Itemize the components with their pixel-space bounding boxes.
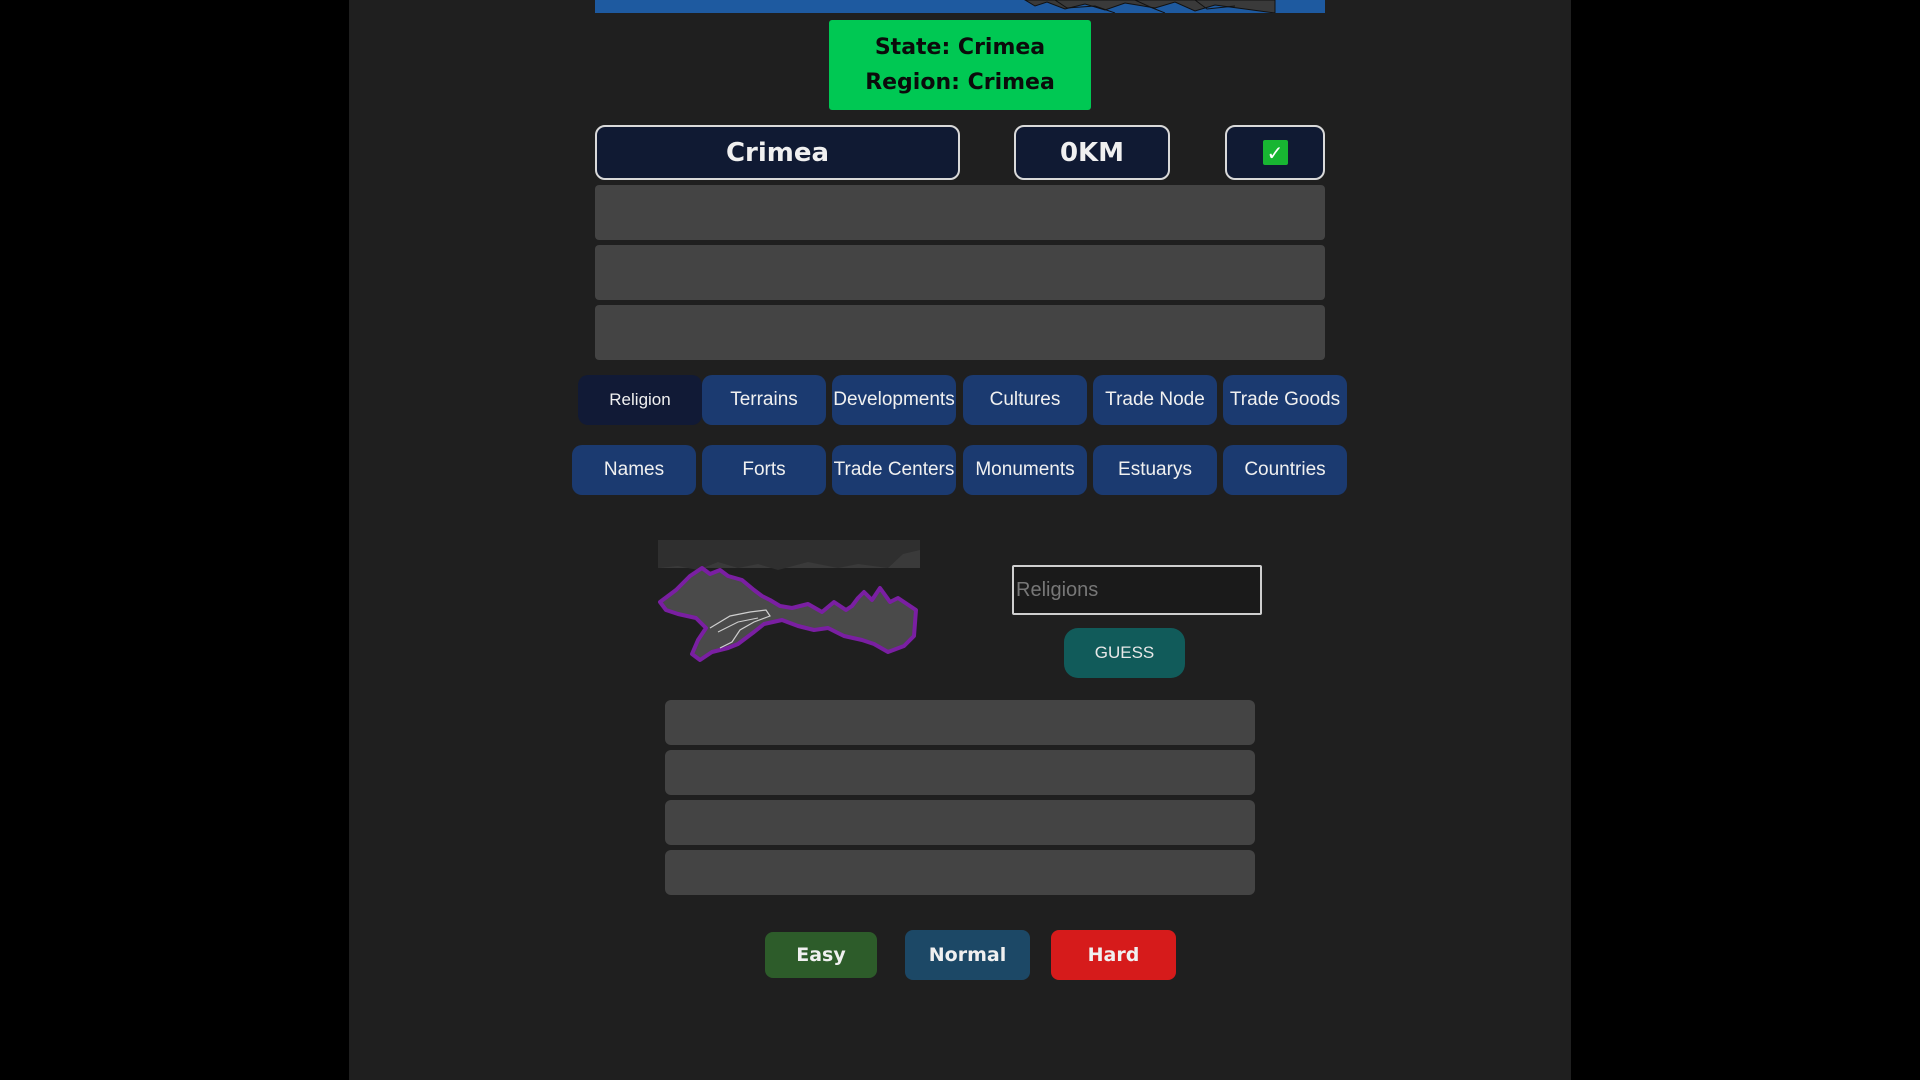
category-countries-button[interactable]: Countries	[1223, 445, 1347, 495]
category-developments-button[interactable]: Developments	[832, 375, 956, 425]
category-monuments-button[interactable]: Monuments	[963, 445, 1087, 495]
province-map	[658, 540, 920, 665]
category-trade-goods-button[interactable]: Trade Goods	[1223, 375, 1347, 425]
state-label: State: Crimea	[874, 35, 1046, 60]
location-info-box: State: Crimea Region: Crimea	[829, 20, 1091, 110]
empty-guess-slot	[665, 800, 1255, 845]
distance-readout: 0KM	[1014, 125, 1170, 180]
empty-guess-slot	[595, 185, 1325, 240]
empty-guess-slot	[595, 305, 1325, 360]
empty-guess-slot	[665, 750, 1255, 795]
category-trade-centers-button[interactable]: Trade Centers	[832, 445, 956, 495]
empty-guess-slot	[595, 245, 1325, 300]
game-panel	[349, 0, 1571, 1080]
normal-button[interactable]: Normal	[905, 930, 1030, 980]
category-terrains-button[interactable]: Terrains	[702, 375, 826, 425]
guess-button[interactable]: GUESS	[1064, 628, 1185, 678]
category-forts-button[interactable]: Forts	[702, 445, 826, 495]
easy-button[interactable]: Easy	[765, 932, 877, 978]
category-trade-node-button[interactable]: Trade Node	[1093, 375, 1217, 425]
empty-guess-slot	[665, 700, 1255, 745]
category-religion-button[interactable]: Religion	[578, 375, 702, 425]
hard-button[interactable]: Hard	[1051, 930, 1176, 980]
category-cultures-button[interactable]: Cultures	[963, 375, 1087, 425]
checkmark-icon: ✓	[1262, 140, 1288, 165]
top-map-strip	[595, 0, 1325, 13]
category-estuarys-button[interactable]: Estuarys	[1093, 445, 1217, 495]
religion-guess-input[interactable]: Religions	[1012, 565, 1262, 615]
result-status: ✓	[1225, 125, 1325, 180]
region-label: Region: Crimea	[865, 70, 1055, 95]
empty-guess-slot	[665, 850, 1255, 895]
guessed-province-name: Crimea	[595, 125, 960, 180]
category-names-button[interactable]: Names	[572, 445, 696, 495]
